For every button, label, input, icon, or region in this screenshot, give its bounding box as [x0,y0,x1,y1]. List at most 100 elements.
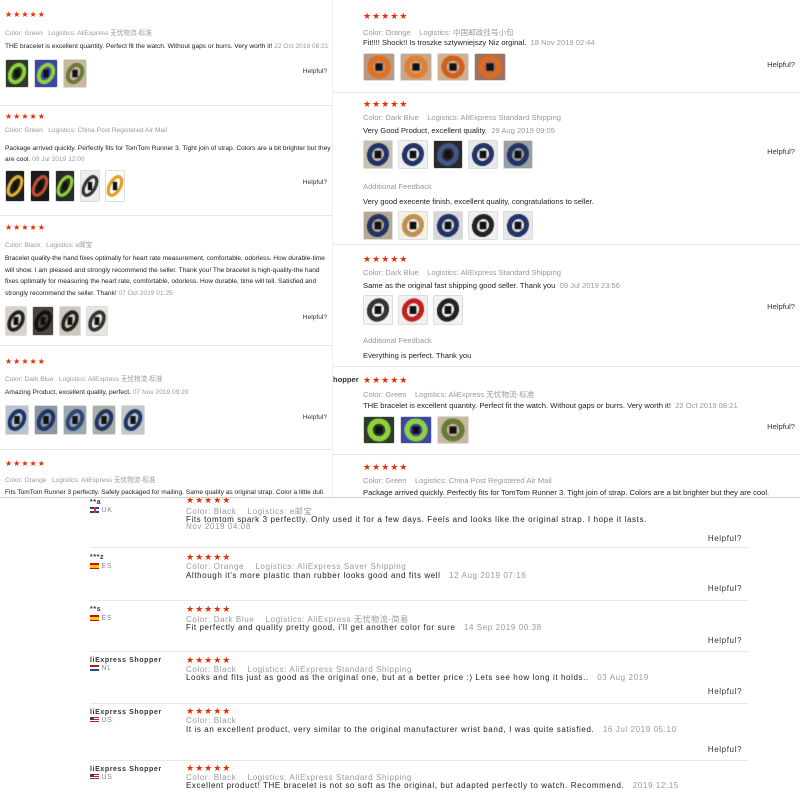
review-date: 07 Nov 2019 09:28 [132,389,189,396]
review-photo[interactable] [105,170,125,202]
star-rating: ★★★★★ [5,459,46,468]
review-photo[interactable] [63,59,87,88]
review-photo[interactable] [63,405,87,435]
helpful-button[interactable]: Helpful? [708,687,742,696]
color-label: Color: [363,476,384,485]
review-text: It is an excellent product, very similar… [186,725,595,734]
color-value: Black [213,716,237,725]
country-code: NL [101,665,112,672]
star-rating: ★★★★★ [363,99,409,109]
review-text: Package arrived quickly. Perfectly fits … [363,488,770,497]
review-photo[interactable] [34,59,58,88]
color-label: Color: [363,28,384,37]
review-photo[interactable] [468,211,498,240]
review-photo[interactable] [92,405,116,435]
logistics-value: e邮宝 [75,242,93,249]
review-photo[interactable] [400,53,432,81]
review-photo[interactable] [474,53,506,81]
review-photo[interactable] [5,170,25,202]
logistics-value: AliExpress 无忧物流-标准 [77,30,152,37]
review-photo[interactable] [503,211,533,240]
review-photo[interactable] [363,211,393,240]
logistics-value: China Post Registered Air Mail [77,127,168,134]
review-photo[interactable] [398,211,428,240]
review-date: Nov 2019 04:08 [186,522,251,531]
review-photo[interactable] [363,416,395,444]
color-label: Color: [5,376,23,383]
review-date: 22 Oct 2019 08:21 [675,401,738,410]
star-rating: ★★★★★ [186,655,232,665]
reviewer-name: **s [90,606,102,613]
color-value: Green [385,390,407,399]
logistics-label: Logistics: [48,30,76,37]
photo-row [363,53,506,81]
helpful-button[interactable]: Helpful? [708,636,742,645]
review-photo[interactable] [363,53,395,81]
review-photo[interactable] [5,405,29,435]
helpful-button[interactable]: Helpful? [303,68,327,75]
helpful-button[interactable]: Helpful? [708,745,742,754]
review-photo[interactable] [5,306,27,336]
review-item: ★★★★★ Color: Green Logistics: China Post… [333,455,800,498]
review-photo[interactable] [400,416,432,444]
review-photo[interactable] [433,140,463,169]
color-label: Color: [5,242,23,249]
color-value: Orange [213,562,245,571]
review-photo[interactable] [34,405,58,435]
review-photo[interactable] [437,416,469,444]
logistics-label: Logistics: [419,28,451,37]
review-date: 22 Oct 2019 08:21 [274,43,329,50]
review-photo[interactable] [121,405,145,435]
photo-row [363,416,469,444]
review-date: 16 Jul 2019 05:10 [602,725,677,734]
star-rating: ★★★★★ [363,254,409,264]
review-item: ★★★★★ Color: Green Logistics: AliExpress… [333,367,800,455]
helpful-button[interactable]: Helpful? [767,147,795,156]
country-code: UK [101,507,113,514]
additional-feedback-label: Additional Feedback [363,182,432,191]
review-photo[interactable] [433,295,463,325]
spain-flag-icon [90,615,99,622]
review-photo[interactable] [468,140,498,169]
photo-row [5,59,87,88]
helpful-button[interactable]: Helpful? [303,179,327,186]
color-value: Orange [385,28,411,37]
reviewer-name: ***z [90,554,105,561]
logistics-label: Logistics: [58,376,87,383]
star-rating: ★★★★★ [5,10,46,19]
review-date: 18 Nov 2019 02:44 [530,38,595,47]
review-text: Same as the original fast shipping good … [363,281,556,290]
review-photo[interactable] [59,306,81,336]
review-photo[interactable] [503,140,533,169]
us-flag-icon [90,717,99,724]
review-photo[interactable] [433,211,463,240]
review-photo[interactable] [80,170,100,202]
review-item: ★★★★★ Color: Orange Logistics: AliExpres… [0,450,334,497]
review-photo[interactable] [30,170,50,202]
review-date: 2019 12:15 [632,781,679,790]
review-photo[interactable] [363,295,393,325]
review-photo[interactable] [398,295,428,325]
logistics-label: Logistics: [48,127,76,134]
helpful-button[interactable]: Helpful? [303,414,327,421]
review-text: Fit perfectly and quality pretty good, i… [186,623,456,632]
review-item: **s ES ★★★★★ Color: Dark Blue Logistics:… [90,601,748,652]
color-value: Orange [24,477,47,484]
helpful-button[interactable]: Helpful? [767,60,795,69]
color-label: Color: [186,562,211,571]
star-rating: ★★★★★ [5,112,46,121]
review-photo[interactable] [398,140,428,169]
review-photo[interactable] [5,59,29,88]
review-photo[interactable] [55,170,75,202]
review-photo[interactable] [363,140,393,169]
review-photo[interactable] [86,306,108,336]
helpful-button[interactable]: Helpful? [303,314,327,321]
logistics-label: Logistics: [427,113,459,122]
helpful-button[interactable]: Helpful? [708,534,742,543]
review-photo[interactable] [32,306,54,336]
review-photo[interactable] [437,53,469,81]
helpful-button[interactable]: Helpful? [767,302,795,311]
helpful-button[interactable]: Helpful? [708,584,742,593]
helpful-button[interactable]: Helpful? [767,422,795,431]
logistics-value: AliExpress 无忧物流-标准 [448,390,535,399]
